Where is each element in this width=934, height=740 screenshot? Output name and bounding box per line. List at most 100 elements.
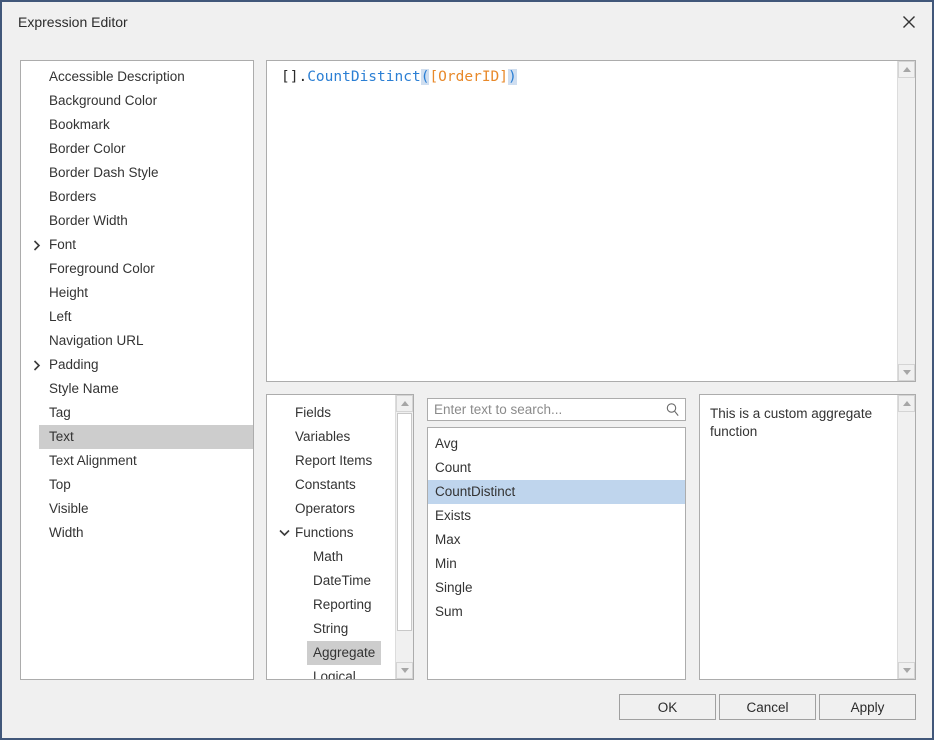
tree-item-label: Aggregate	[307, 641, 382, 665]
tree-item-label: Fields	[295, 405, 332, 420]
scroll-down-icon[interactable]	[898, 662, 915, 679]
tree-item-string[interactable]: String	[267, 617, 396, 641]
tree-item-label: Functions	[295, 525, 354, 540]
property-row[interactable]: Tag	[21, 401, 253, 425]
function-item-exists[interactable]: Exists	[428, 504, 685, 528]
function-list-scroll-area: Avg Count CountDistinct Exists Max Min S…	[428, 428, 685, 624]
property-label: Padding	[49, 357, 99, 372]
tree-item-constants[interactable]: Constants	[267, 473, 396, 497]
property-label: Bookmark	[49, 117, 110, 132]
property-row[interactable]: Borders	[21, 185, 253, 209]
property-label: Navigation URL	[49, 333, 144, 348]
search-box[interactable]	[427, 398, 686, 421]
category-tree[interactable]: Fields Variables Report Items Constants …	[266, 394, 414, 680]
property-row[interactable]: Navigation URL	[21, 329, 253, 353]
function-item-label: Avg	[435, 436, 459, 451]
properties-list[interactable]: Accessible Description Background Color …	[20, 60, 254, 680]
expression-editor-window: Expression Editor Accessible Description…	[0, 0, 934, 740]
property-row[interactable]: Background Color	[21, 89, 253, 113]
chevron-right-icon[interactable]	[31, 233, 43, 257]
function-item-label: Min	[435, 556, 457, 571]
property-row[interactable]: Border Color	[21, 137, 253, 161]
ok-button[interactable]: OK	[619, 694, 716, 720]
expression-token-field: [OrderID]	[429, 69, 509, 85]
tree-item-label: DateTime	[313, 573, 372, 588]
tree-item-datetime[interactable]: DateTime	[267, 569, 396, 593]
property-row[interactable]: Foreground Color	[21, 257, 253, 281]
tree-item-label: Operators	[295, 501, 356, 516]
tree-item-label: Reporting	[313, 597, 372, 612]
property-label: Accessible Description	[49, 69, 185, 84]
chevron-right-icon[interactable]	[31, 353, 43, 377]
property-row[interactable]: Border Width	[21, 209, 253, 233]
tree-item-label: Math	[313, 549, 344, 564]
tree-item-logical[interactable]: Logical	[267, 665, 396, 679]
scrollbar-thumb[interactable]	[397, 413, 412, 631]
function-item-max[interactable]: Max	[428, 528, 685, 552]
scroll-down-icon[interactable]	[396, 662, 413, 679]
function-item-avg[interactable]: Avg	[428, 432, 685, 456]
tree-item-operators[interactable]: Operators	[267, 497, 396, 521]
property-label: Background Color	[49, 93, 158, 108]
tree-item-reporting[interactable]: Reporting	[267, 593, 396, 617]
scroll-up-icon[interactable]	[898, 61, 915, 78]
tree-item-aggregate-selected[interactable]: Aggregate	[267, 641, 396, 665]
function-item-count[interactable]: Count	[428, 456, 685, 480]
property-row[interactable]: Left	[21, 305, 253, 329]
property-row[interactable]: Top	[21, 473, 253, 497]
close-icon[interactable]	[886, 2, 932, 42]
function-item-label: Single	[435, 580, 473, 595]
property-row[interactable]: Visible	[21, 497, 253, 521]
expression-text-area[interactable]: [].CountDistinct([OrderID])	[266, 60, 916, 382]
property-row[interactable]: Height	[21, 281, 253, 305]
tree-item-math[interactable]: Math	[267, 545, 396, 569]
function-item-single[interactable]: Single	[428, 576, 685, 600]
function-item-label: Exists	[435, 508, 472, 523]
property-label: Visible	[49, 501, 89, 516]
property-label: Text Alignment	[49, 453, 137, 468]
tree-item-label: Report Items	[295, 453, 373, 468]
tree-item-fields[interactable]: Fields	[267, 401, 396, 425]
scroll-up-icon[interactable]	[396, 395, 413, 412]
property-label: Border Dash Style	[49, 165, 159, 180]
scroll-up-icon[interactable]	[898, 395, 915, 412]
property-row[interactable]: Accessible Description	[21, 65, 253, 89]
function-item-label: Max	[435, 532, 461, 547]
description-scrollbar[interactable]	[897, 395, 915, 679]
expression-token-plain: [].	[281, 69, 308, 85]
function-list[interactable]: Avg Count CountDistinct Exists Max Min S…	[427, 427, 686, 680]
tree-item-label: Variables	[295, 429, 351, 444]
tree-item-variables[interactable]: Variables	[267, 425, 396, 449]
function-item-min[interactable]: Min	[428, 552, 685, 576]
cancel-button[interactable]: Cancel	[719, 694, 816, 720]
property-row[interactable]: Style Name	[21, 377, 253, 401]
description-panel: This is a custom aggregate function	[699, 394, 916, 680]
property-row-padding[interactable]: Padding	[21, 353, 253, 377]
property-label: Border Width	[49, 213, 128, 228]
property-row[interactable]: Width	[21, 521, 253, 545]
search-icon[interactable]	[665, 402, 680, 422]
scroll-down-icon[interactable]	[898, 364, 915, 381]
expression-text[interactable]: [].CountDistinct([OrderID])	[281, 69, 885, 85]
property-row-text-selected[interactable]: Text	[39, 425, 253, 449]
property-label: Top	[49, 477, 71, 492]
chevron-down-icon[interactable]	[277, 521, 291, 545]
window-title: Expression Editor	[18, 14, 128, 30]
function-item-sum[interactable]: Sum	[428, 600, 685, 624]
property-row[interactable]: Border Dash Style	[21, 161, 253, 185]
property-row-font[interactable]: Font	[21, 233, 253, 257]
category-tree-scrollbar[interactable]	[395, 395, 413, 679]
category-tree-scroll-area: Fields Variables Report Items Constants …	[267, 395, 396, 679]
tree-item-label: String	[313, 621, 349, 636]
property-label: Width	[49, 525, 84, 540]
apply-button[interactable]: Apply	[819, 694, 916, 720]
tree-item-functions[interactable]: Functions	[267, 521, 396, 545]
property-row[interactable]: Bookmark	[21, 113, 253, 137]
expression-scrollbar[interactable]	[897, 61, 915, 381]
property-row[interactable]: Text Alignment	[21, 449, 253, 473]
property-label: Text	[49, 429, 74, 444]
tree-item-report-items[interactable]: Report Items	[267, 449, 396, 473]
search-input[interactable]	[428, 399, 660, 420]
function-item-countdistinct-selected[interactable]: CountDistinct	[428, 480, 685, 504]
property-label: Borders	[49, 189, 97, 204]
